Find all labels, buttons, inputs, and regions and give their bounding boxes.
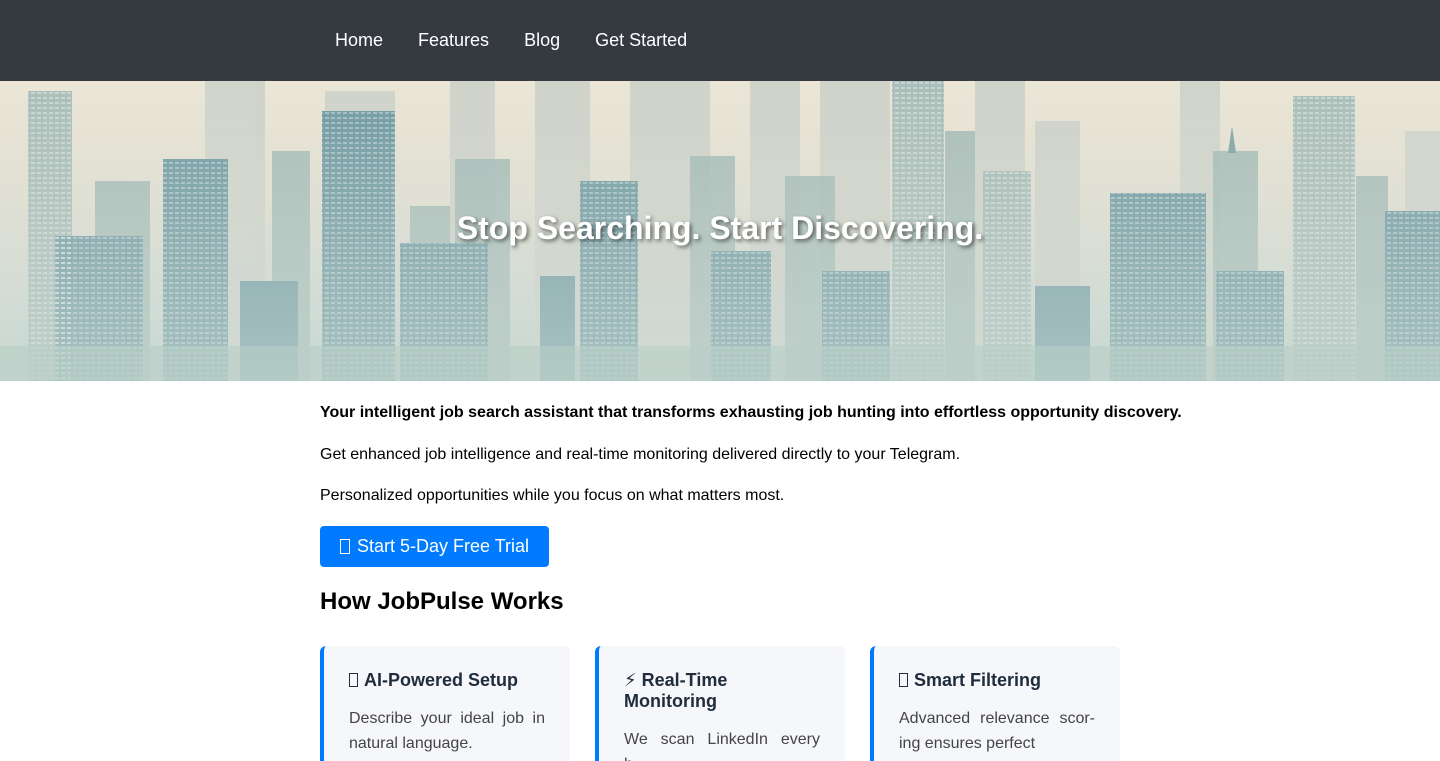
feature-card-title: ⚡ Real-Time Monitoring (624, 670, 728, 711)
feature-card-title: AI-Powered Setup (349, 670, 545, 691)
intro-focus-text: Personalized opportunities while you foc… (320, 487, 785, 504)
how-it-works-heading: How JobPulse Works (320, 588, 564, 615)
feature-card-smart-filtering: Smart Filtering Advanced relevance scor-… (870, 646, 1120, 761)
feature-card-ai-setup: AI-Powered Setup Describe your ideal job… (320, 646, 570, 761)
intro-telegram-text: Get enhanced job intelligence and real-t… (320, 446, 961, 463)
nav-get-started-link[interactable]: Get Started (595, 0, 687, 81)
feature-card-text: We scan LinkedIn every h... (624, 731, 820, 761)
top-navigation: Home Features Blog Get Started (0, 0, 1440, 81)
lightning-icon: ⚡ (624, 670, 637, 690)
main-content: Your intelligent job search assistant th… (0, 404, 1440, 761)
missing-glyph-icon (340, 539, 350, 554)
hero-title: Stop Searching. Start Discovering. (456, 210, 984, 246)
start-free-trial-button[interactable]: Start 5-Day Free Trial (320, 526, 550, 567)
missing-glyph-icon (349, 673, 358, 687)
feature-card-text: Describe your ideal job in natural langu… (349, 710, 545, 752)
feature-card-title: Smart Filtering (899, 670, 1095, 691)
hero-banner: Stop Searching. Start Discovering. (0, 81, 1440, 381)
feature-cards: AI-Powered Setup Describe your ideal job… (320, 646, 1440, 761)
nav-features-link[interactable]: Features (418, 0, 489, 81)
intro-lead: Your intelligent job search assistant th… (320, 404, 1182, 421)
nav-blog-link[interactable]: Blog (524, 0, 560, 81)
feature-card-text: Advanced relevance scor- ing ensures per… (899, 710, 1095, 752)
missing-glyph-icon (899, 673, 908, 687)
start-free-trial-label: Start 5-Day Free Trial (357, 536, 530, 556)
nav-home-link[interactable]: Home (335, 0, 383, 81)
feature-card-real-time: ⚡ Real-Time Monitoring We scan LinkedIn … (595, 646, 845, 761)
